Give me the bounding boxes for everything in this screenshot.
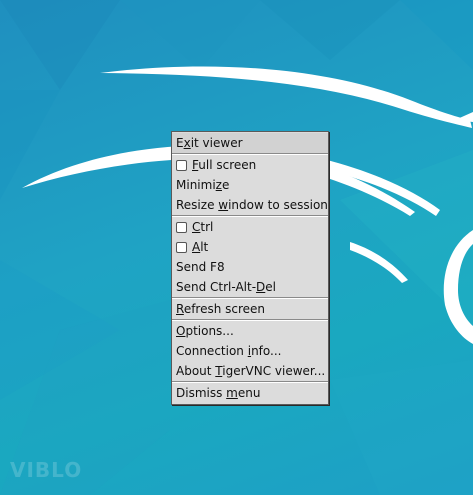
menu-item-label: About TigerVNC viewer...	[176, 364, 326, 378]
menu-item-about[interactable]: About TigerVNC viewer...	[172, 361, 328, 381]
menu-item-send-f8[interactable]: Send F8	[172, 257, 328, 277]
menu-item-label: Send F8	[176, 260, 225, 274]
full-screen-checkbox[interactable]	[176, 159, 187, 171]
alt-checkbox[interactable]	[176, 241, 187, 253]
menu-item-dismiss-menu[interactable]: Dismiss menu	[172, 383, 328, 403]
menu-item-resize-window[interactable]: Resize window to session	[172, 195, 328, 215]
watermark-logo: VIBLO	[10, 458, 83, 482]
menu-item-label: Full screen	[192, 158, 257, 172]
menu-item-label: Options...	[176, 324, 234, 338]
menu-item-full-screen[interactable]: Full screen	[172, 155, 328, 175]
menu-item-minimize[interactable]: Minimize	[172, 175, 328, 195]
menu-item-label: Ctrl	[192, 220, 214, 234]
menu-item-label: Connection info...	[176, 344, 282, 358]
menu-item-label: Exit viewer	[176, 136, 243, 150]
ctrl-checkbox[interactable]	[176, 221, 187, 233]
menu-item-label: Alt	[192, 240, 209, 254]
menu-item-label: Minimize	[176, 178, 230, 192]
menu-item-alt[interactable]: Alt	[172, 237, 328, 257]
menu-item-exit-viewer[interactable]: Exit viewer	[172, 133, 328, 153]
menu-item-ctrl[interactable]: Ctrl	[172, 217, 328, 237]
vnc-context-menu: Exit viewer Full screen Minimize Resize …	[171, 131, 329, 405]
menu-item-options[interactable]: Options...	[172, 321, 328, 341]
menu-item-send-ctrl-alt-del[interactable]: Send Ctrl-Alt-Del	[172, 277, 328, 297]
menu-item-label: Refresh screen	[176, 302, 266, 316]
menu-item-connection-info[interactable]: Connection info...	[172, 341, 328, 361]
menu-item-refresh-screen[interactable]: Refresh screen	[172, 299, 328, 319]
menu-item-label: Dismiss menu	[176, 386, 261, 400]
menu-item-label: Send Ctrl-Alt-Del	[176, 280, 277, 294]
menu-item-label: Resize window to session	[176, 198, 328, 212]
